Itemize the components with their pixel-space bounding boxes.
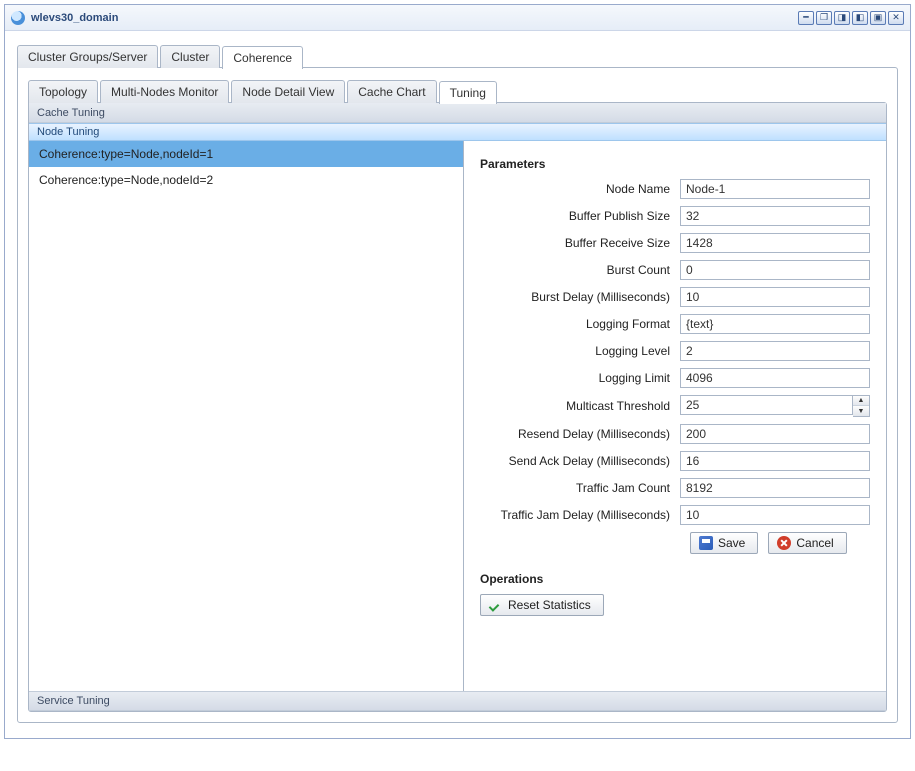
- check-icon: [489, 598, 503, 612]
- dock-left-button[interactable]: ◨: [834, 11, 850, 25]
- cancel-icon: [777, 536, 791, 550]
- label-resend-delay: Resend Delay (Milliseconds): [480, 427, 680, 441]
- input-multicast-threshold[interactable]: [680, 395, 853, 415]
- node-item-1[interactable]: Coherence:type=Node,nodeId=1: [29, 141, 463, 167]
- minimize-button[interactable]: ━: [798, 11, 814, 25]
- close-button[interactable]: ✕: [888, 11, 904, 25]
- row-resend-delay: Resend Delay (Milliseconds): [480, 424, 870, 444]
- save-cancel-row: Save Cancel: [690, 532, 870, 554]
- app-window: wlevs30_domain ━ ❐ ◨ ◧ ▣ ✕ Cluster Group…: [4, 4, 911, 739]
- operations-title: Operations: [480, 572, 870, 586]
- cancel-button-label: Cancel: [796, 536, 833, 550]
- input-burst-count[interactable]: [680, 260, 870, 280]
- label-logging-limit: Logging Limit: [480, 371, 680, 385]
- label-traffic-jam-delay: Traffic Jam Delay (Milliseconds): [480, 508, 680, 522]
- cancel-button[interactable]: Cancel: [768, 532, 846, 554]
- input-logging-format[interactable]: [680, 314, 870, 334]
- title-bar: wlevs30_domain ━ ❐ ◨ ◧ ▣ ✕: [5, 5, 910, 31]
- spinner-buttons: ▲ ▼: [853, 395, 870, 417]
- parameters-title: Parameters: [480, 157, 870, 171]
- tab-coherence[interactable]: Coherence: [222, 46, 303, 69]
- label-send-ack-delay: Send Ack Delay (Milliseconds): [480, 454, 680, 468]
- input-logging-limit[interactable]: [680, 368, 870, 388]
- row-burst-delay: Burst Delay (Milliseconds): [480, 287, 870, 307]
- tab-node-detail-view[interactable]: Node Detail View: [231, 80, 345, 103]
- dock-right-button[interactable]: ◧: [852, 11, 868, 25]
- input-buffer-receive-size[interactable]: [680, 233, 870, 253]
- label-logging-format: Logging Format: [480, 317, 680, 331]
- tab-topology[interactable]: Topology: [28, 80, 98, 103]
- label-burst-delay: Burst Delay (Milliseconds): [480, 290, 680, 304]
- input-traffic-jam-count[interactable]: [680, 478, 870, 498]
- node-list: Coherence:type=Node,nodeId=1 Coherence:t…: [29, 141, 464, 691]
- window-title: wlevs30_domain: [31, 12, 798, 24]
- input-logging-level[interactable]: [680, 341, 870, 361]
- parameters-panel: Parameters Node Name Buffer Publish Size…: [464, 141, 886, 691]
- label-node-name: Node Name: [480, 182, 680, 196]
- inner-tabs: Topology Multi-Nodes Monitor Node Detail…: [28, 80, 887, 103]
- accordion-service-tuning[interactable]: Service Tuning: [29, 691, 886, 711]
- input-traffic-jam-delay[interactable]: [680, 505, 870, 525]
- tuning-panel: Cache Tuning Node Tuning Coherence:type=…: [28, 102, 887, 712]
- row-send-ack-delay: Send Ack Delay (Milliseconds): [480, 451, 870, 471]
- label-traffic-jam-count: Traffic Jam Count: [480, 481, 680, 495]
- label-buffer-publish-size: Buffer Publish Size: [480, 209, 680, 223]
- row-buffer-publish-size: Buffer Publish Size: [480, 206, 870, 226]
- maximize-button[interactable]: ▣: [870, 11, 886, 25]
- row-traffic-jam-count: Traffic Jam Count: [480, 478, 870, 498]
- outer-tab-panel: Topology Multi-Nodes Monitor Node Detail…: [17, 67, 898, 723]
- save-button-label: Save: [718, 536, 745, 550]
- label-logging-level: Logging Level: [480, 344, 680, 358]
- row-node-name: Node Name: [480, 179, 870, 199]
- reset-statistics-button[interactable]: Reset Statistics: [480, 594, 604, 616]
- tab-cluster-groups[interactable]: Cluster Groups/Server: [17, 45, 158, 68]
- row-burst-count: Burst Count: [480, 260, 870, 280]
- input-burst-delay[interactable]: [680, 287, 870, 307]
- row-traffic-jam-delay: Traffic Jam Delay (Milliseconds): [480, 505, 870, 525]
- accordion-node-tuning[interactable]: Node Tuning: [29, 123, 886, 141]
- tab-multi-nodes-monitor[interactable]: Multi-Nodes Monitor: [100, 80, 229, 103]
- label-multicast-threshold: Multicast Threshold: [480, 399, 680, 413]
- tab-cache-chart[interactable]: Cache Chart: [347, 80, 436, 103]
- spinner-down[interactable]: ▼: [853, 406, 869, 416]
- row-buffer-receive-size: Buffer Receive Size: [480, 233, 870, 253]
- window-body: Cluster Groups/Server Cluster Coherence …: [5, 31, 910, 738]
- row-logging-limit: Logging Limit: [480, 368, 870, 388]
- reset-statistics-label: Reset Statistics: [508, 598, 591, 612]
- label-buffer-receive-size: Buffer Receive Size: [480, 236, 680, 250]
- node-item-2[interactable]: Coherence:type=Node,nodeId=2: [29, 167, 463, 193]
- window-controls: ━ ❐ ◨ ◧ ▣ ✕: [798, 11, 904, 25]
- spinner-up[interactable]: ▲: [853, 396, 869, 406]
- input-send-ack-delay[interactable]: [680, 451, 870, 471]
- outer-tabs: Cluster Groups/Server Cluster Coherence: [17, 45, 898, 68]
- input-node-name[interactable]: [680, 179, 870, 199]
- save-button[interactable]: Save: [690, 532, 758, 554]
- accordion-cache-tuning[interactable]: Cache Tuning: [29, 103, 886, 123]
- node-tuning-content: Coherence:type=Node,nodeId=1 Coherence:t…: [29, 141, 886, 691]
- row-logging-format: Logging Format: [480, 314, 870, 334]
- input-resend-delay[interactable]: [680, 424, 870, 444]
- row-multicast-threshold: Multicast Threshold ▲ ▼: [480, 395, 870, 417]
- save-icon: [699, 536, 713, 550]
- globe-icon: [11, 11, 25, 25]
- input-buffer-publish-size[interactable]: [680, 206, 870, 226]
- restore-button[interactable]: ❐: [816, 11, 832, 25]
- tab-tuning[interactable]: Tuning: [439, 81, 497, 104]
- label-burst-count: Burst Count: [480, 263, 680, 277]
- row-logging-level: Logging Level: [480, 341, 870, 361]
- tab-cluster[interactable]: Cluster: [160, 45, 220, 68]
